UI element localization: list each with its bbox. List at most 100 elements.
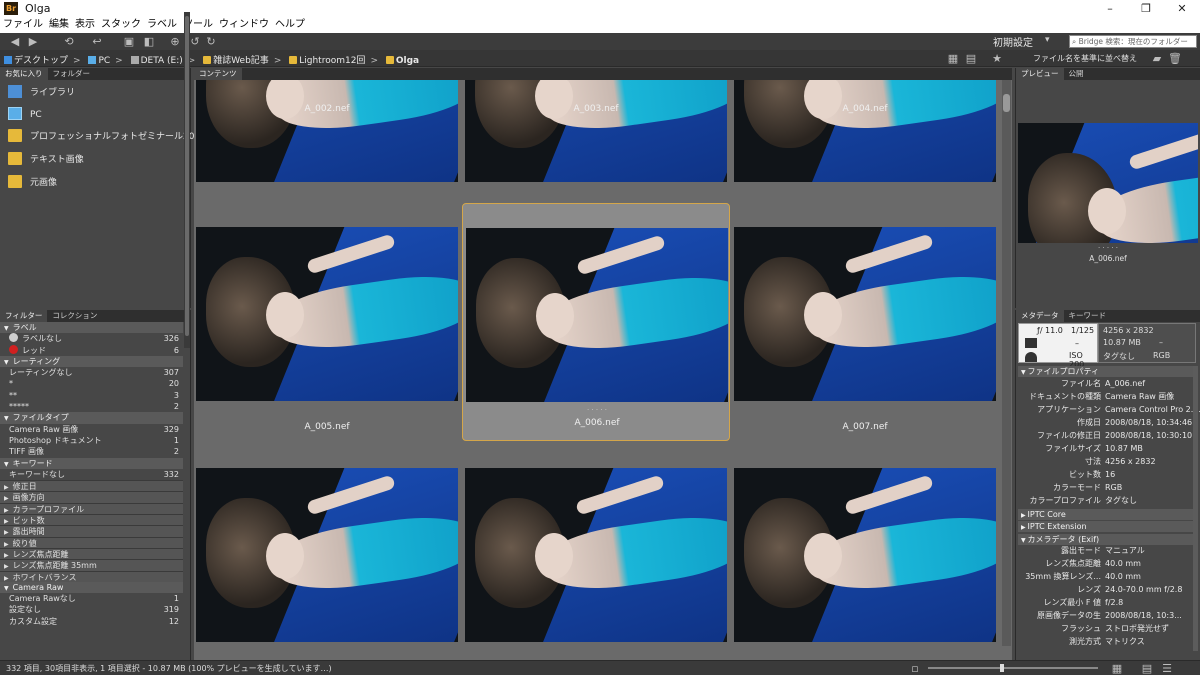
zoom-out-icon[interactable]: ▫: [908, 662, 922, 675]
tab-collections[interactable]: コレクション: [47, 310, 102, 322]
view-details-icon[interactable]: ▤: [1140, 662, 1154, 675]
filter-item[interactable]: Camera Raw 画像 329: [0, 424, 183, 435]
close-button[interactable]: ✕: [1164, 0, 1200, 17]
tab-publish[interactable]: 公開: [1064, 68, 1089, 80]
view-thumbnails-icon[interactable]: ▦: [1110, 662, 1124, 675]
forward-icon[interactable]: ▶: [26, 35, 40, 48]
filter-section[interactable]: ▼ レーティング: [0, 355, 183, 368]
tab-preview[interactable]: プレビュー: [1016, 68, 1064, 80]
tab-favorites[interactable]: お気に入り: [0, 68, 48, 80]
menu-file[interactable]: ファイル: [0, 17, 46, 33]
thumbnail-item[interactable]: · · · · · A_006.nef: [462, 203, 730, 441]
tab-filter[interactable]: フィルター: [0, 310, 48, 322]
filter-item[interactable]: * 20: [0, 378, 183, 389]
filter-section[interactable]: ▼ キーワード: [0, 457, 183, 469]
favorite-item-folder-seminar[interactable]: プロフェッショナルフォトゼミナール2017テキ: [8, 128, 224, 146]
filter-scroll-thumb[interactable]: [185, 16, 189, 336]
rotate-left-icon[interactable]: ↺: [188, 35, 202, 48]
thumbnail-size-slider[interactable]: [928, 667, 1098, 669]
view-list-icon[interactable]: ☰: [1160, 662, 1174, 675]
maximize-button[interactable]: ❐: [1128, 0, 1164, 17]
filter-section[interactable]: ▼ ラベル: [0, 322, 183, 334]
recent-icon[interactable]: ⟲: [62, 35, 76, 48]
triangle-right-icon: ▶: [4, 540, 9, 548]
filter-section[interactable]: ▶ レンズ焦点距離 35mm: [0, 559, 183, 571]
filter-section[interactable]: ▶ ホワイトバランス: [0, 570, 183, 582]
content-scroll-thumb[interactable]: [1003, 94, 1010, 112]
filter-item[interactable]: 設定なし 319: [0, 604, 183, 615]
menu-help[interactable]: ヘルプ: [272, 17, 308, 33]
favorite-item-pc[interactable]: PC: [8, 106, 42, 124]
view-grid-icon[interactable]: ▦: [946, 52, 960, 65]
back-icon[interactable]: ◀: [8, 35, 22, 48]
breadcrumb-folder-olga[interactable]: Olga: [385, 56, 419, 66]
camera-icon[interactable]: ▣: [122, 35, 136, 48]
chevron-down-icon[interactable]: ▾: [1045, 35, 1050, 45]
filter-section[interactable]: ▼ ファイルタイプ: [0, 412, 183, 424]
filter-section[interactable]: ▶ ビット数: [0, 514, 183, 526]
refine-icon[interactable]: ◧: [142, 35, 156, 48]
section-iptc-extension[interactable]: ▶ IPTC Extension: [1018, 521, 1198, 532]
star-filter-icon[interactable]: ★: [990, 52, 1004, 65]
metadata-row: 露出モード マニュアル: [1018, 546, 1193, 557]
filter-section[interactable]: ▶ 絞り値: [0, 536, 183, 548]
open-in-icon[interactable]: ⊕: [168, 35, 182, 48]
new-folder-icon[interactable]: ▰: [1150, 52, 1164, 65]
filter-item[interactable]: Camera Rawなし 1: [0, 593, 183, 604]
menu-window[interactable]: ウィンドウ: [216, 17, 272, 33]
content-scrollbar[interactable]: [1002, 80, 1011, 646]
filter-section[interactable]: ▶ レンズ焦点距離: [0, 547, 183, 560]
tab-folders[interactable]: フォルダー: [48, 68, 96, 80]
filter-item[interactable]: キーワードなし 332: [0, 469, 183, 480]
favorite-item-library[interactable]: ライブラリ: [8, 84, 75, 102]
preview-image[interactable]: [1018, 123, 1198, 243]
filter-item[interactable]: ラベルなし 326: [0, 333, 183, 344]
filter-section[interactable]: ▶ 画像方向: [0, 491, 183, 503]
filter-section[interactable]: ▶ 露出時間: [0, 525, 183, 537]
breadcrumb-pc[interactable]: PC >: [88, 56, 127, 66]
filter-item[interactable]: レーティングなし 307: [0, 367, 183, 378]
section-file-properties[interactable]: ▼ ファイルプロパティ: [1018, 366, 1198, 377]
filter-section[interactable]: ▼ Camera Raw: [0, 581, 183, 594]
metadata-key: アプリケーション: [1037, 404, 1101, 414]
menu-stack[interactable]: スタック: [98, 17, 144, 33]
tab-content[interactable]: コンテンツ: [194, 68, 242, 80]
boomerang-icon[interactable]: ↩: [90, 35, 104, 48]
triangle-down-icon: ▼: [4, 325, 9, 332]
rating-dots[interactable]: · · · · ·: [466, 406, 728, 414]
metadata-value: A_006.nef: [1105, 378, 1146, 388]
section-iptc-core[interactable]: ▶ IPTC Core: [1018, 508, 1198, 520]
minimize-button[interactable]: –: [1092, 0, 1128, 17]
filter-item[interactable]: レッド 6: [0, 344, 183, 356]
menu-label[interactable]: ラベル: [144, 17, 180, 33]
filter-label: ラベルなし: [22, 334, 62, 344]
sort-dropdown[interactable]: ファイル名を基準に並べ替え: [1033, 53, 1137, 64]
breadcrumb-folder-lightroom[interactable]: Lightroom12回 >: [289, 53, 383, 66]
filter-item[interactable]: ***** 2: [0, 401, 183, 412]
menu-view[interactable]: 表示: [72, 17, 98, 33]
filter-item[interactable]: Photoshop ドキュメント 1: [0, 435, 183, 446]
metadata-scrollbar[interactable]: [1193, 366, 1198, 651]
tab-metadata[interactable]: メタデータ: [1016, 310, 1064, 322]
filter-section[interactable]: ▶ 修正日: [0, 480, 183, 492]
filter-item[interactable]: カスタム設定 12: [0, 616, 183, 627]
filter-item[interactable]: ** 3: [0, 390, 183, 401]
rotate-right-icon[interactable]: ↻: [204, 35, 218, 48]
workspace-selector[interactable]: 初期設定: [993, 34, 1033, 49]
search-input[interactable]: ⌕ Bridge 検索：現在のフォルダー: [1069, 35, 1197, 48]
quality-icon[interactable]: ▤: [964, 52, 978, 65]
favorite-item-folder-original[interactable]: 元画像: [8, 174, 57, 192]
filter-item[interactable]: TIFF 画像 2: [0, 446, 183, 457]
breadcrumb-desktop[interactable]: デスクトップ >: [4, 53, 86, 66]
filter-label: キーワード: [12, 458, 53, 468]
slider-knob[interactable]: [1000, 664, 1004, 672]
tab-keywords[interactable]: キーワード: [1064, 310, 1112, 322]
filter-label: 画像方向: [12, 493, 45, 503]
metadata-row: 作成日 2008/08/18, 10:34:46: [1018, 418, 1193, 429]
filter-section[interactable]: ▶ カラープロファイル: [0, 502, 183, 515]
breadcrumb-folder-web[interactable]: 雑誌Web記事 >: [203, 53, 286, 66]
favorite-item-folder-text[interactable]: テキスト画像: [8, 151, 84, 169]
trash-icon[interactable]: 🗑: [1168, 52, 1182, 65]
section-exif[interactable]: ▼ カメラデータ (Exif): [1018, 533, 1198, 545]
menu-edit[interactable]: 編集: [46, 17, 72, 33]
